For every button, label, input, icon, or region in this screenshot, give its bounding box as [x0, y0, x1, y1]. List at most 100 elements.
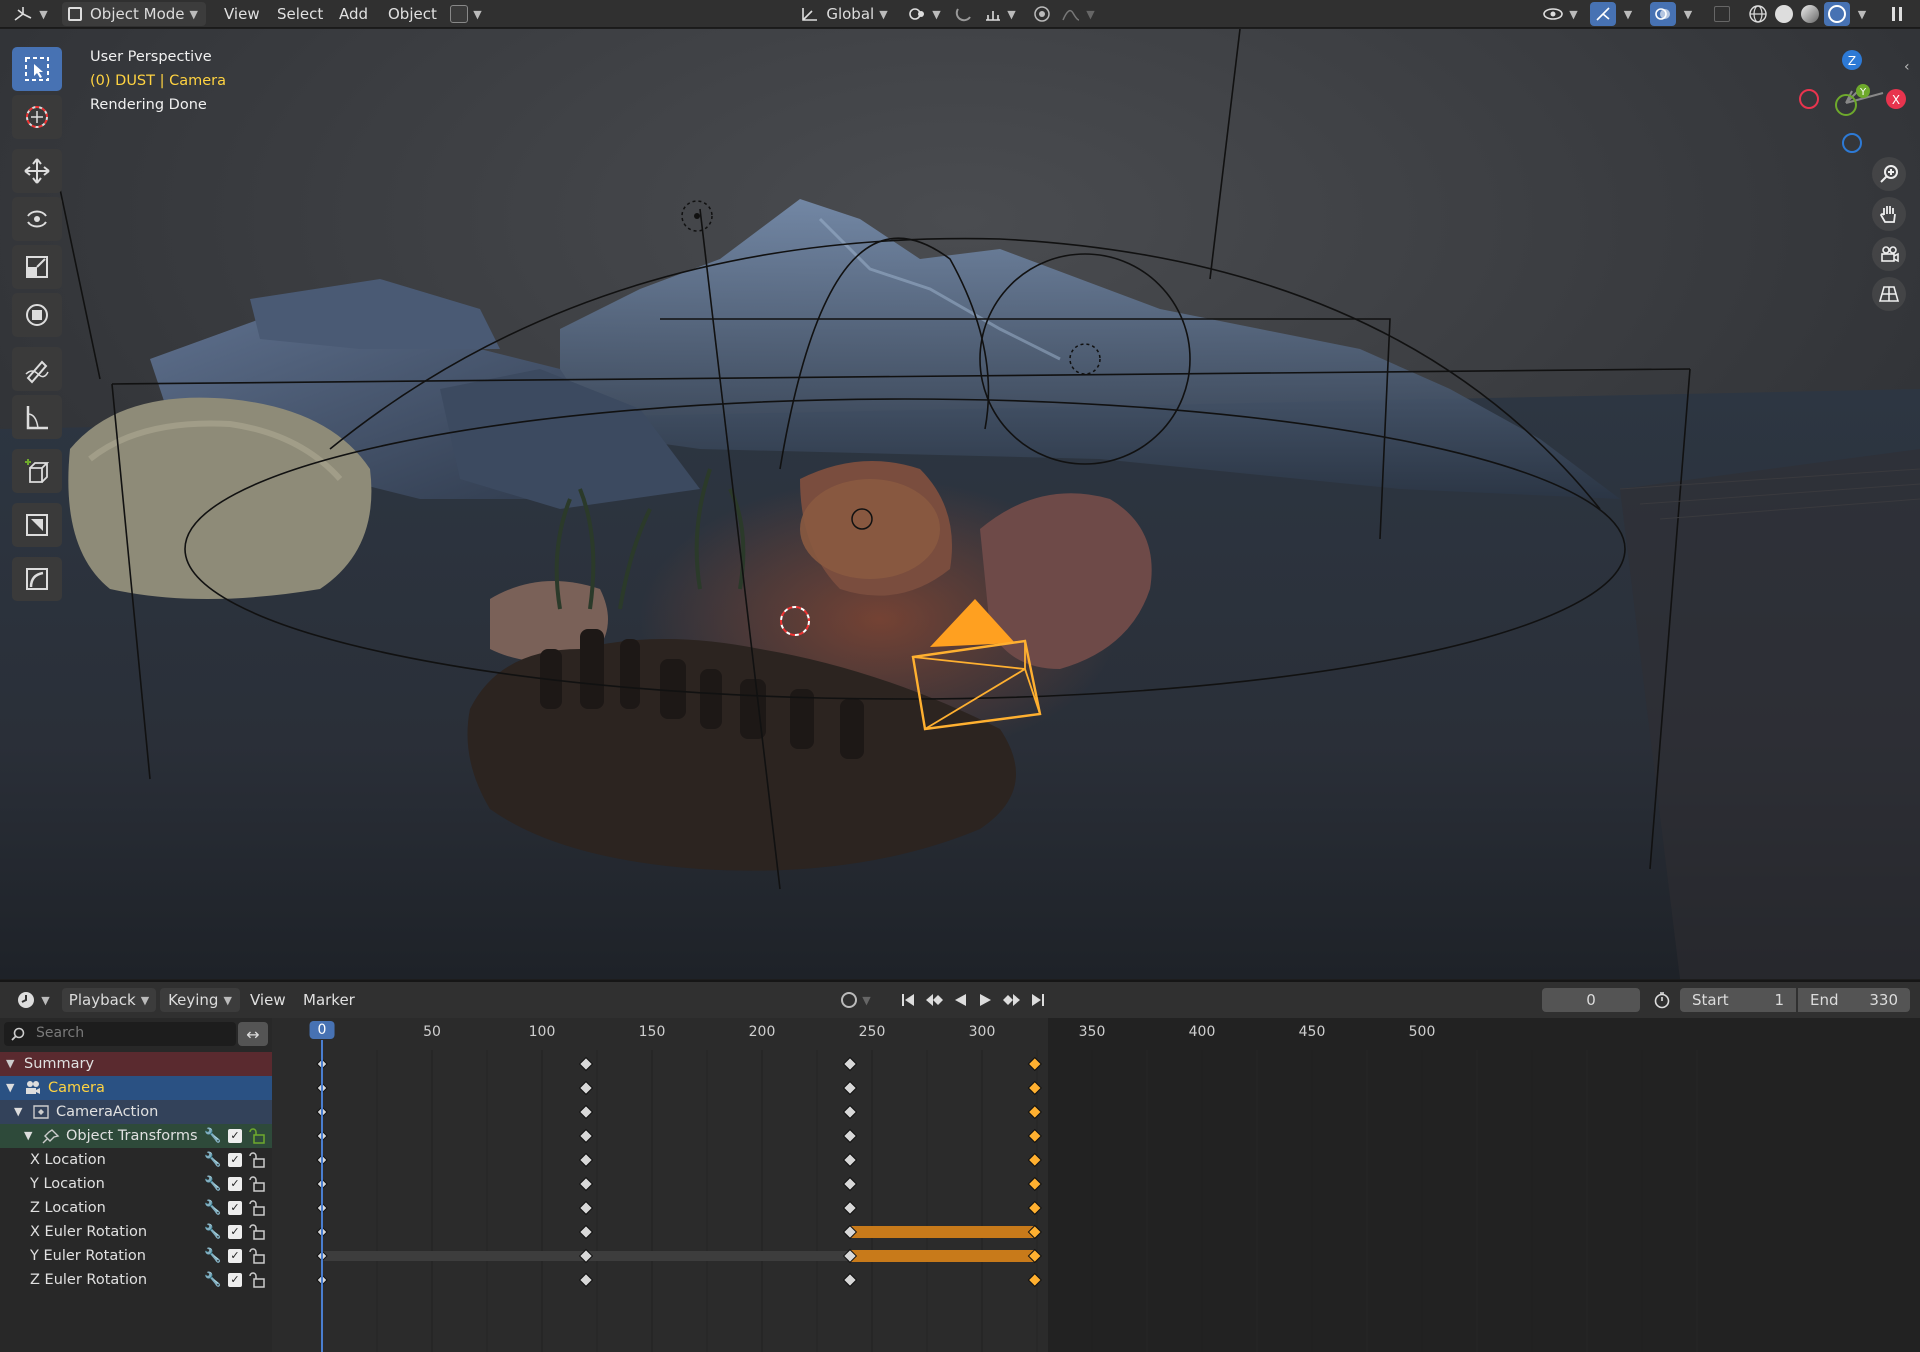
- transform-tool[interactable]: [12, 293, 62, 337]
- search-field[interactable]: Search: [4, 1022, 236, 1046]
- keyframe[interactable]: [842, 1152, 858, 1168]
- sidebar-expand-arrow-icon[interactable]: ‹: [1904, 59, 1910, 75]
- unlock-icon[interactable]: [248, 1176, 266, 1192]
- camera-view-button[interactable]: [1872, 237, 1906, 271]
- wrench-icon[interactable]: 🔧: [204, 1172, 221, 1196]
- collapse-chevron-icon[interactable]: ▼: [24, 1124, 32, 1148]
- jump-start-button[interactable]: [896, 988, 920, 1012]
- play-button[interactable]: [974, 988, 998, 1012]
- checkbox-icon[interactable]: ✓: [228, 1225, 242, 1239]
- keyframe[interactable]: [842, 1104, 858, 1120]
- keyframe[interactable]: [842, 1200, 858, 1216]
- play-reverse-button[interactable]: [948, 988, 972, 1012]
- current-frame-indicator[interactable]: 0: [309, 1021, 335, 1039]
- channel-summary[interactable]: ▼ Summary: [0, 1052, 272, 1076]
- keyframe[interactable]: [842, 1080, 858, 1096]
- select-box-tool[interactable]: [12, 47, 62, 91]
- shading-wireframe-button[interactable]: [1746, 2, 1770, 26]
- keyframe[interactable]: [578, 1128, 594, 1144]
- 3d-viewport[interactable]: User Perspective (0) DUST | Camera Rende…: [0, 29, 1920, 979]
- scale-tool[interactable]: [12, 245, 62, 289]
- gizmo-dropdown[interactable]: ▼: [1618, 2, 1638, 26]
- sidebar-toggle[interactable]: [1884, 2, 1910, 26]
- keyframe[interactable]: [578, 1224, 594, 1240]
- overlay-dropdown[interactable]: ▼: [1678, 2, 1698, 26]
- unlock-icon[interactable]: [248, 1200, 266, 1216]
- menu-add[interactable]: Add: [339, 3, 368, 25]
- move-tool[interactable]: [12, 149, 62, 193]
- filter-toggle-button[interactable]: ↔: [238, 1022, 268, 1046]
- keyframe[interactable]: [578, 1176, 594, 1192]
- prev-keyframe-button[interactable]: [922, 988, 946, 1012]
- keyframe[interactable]: [842, 1176, 858, 1192]
- wrench-icon[interactable]: 🔧: [204, 1244, 221, 1268]
- wrench-icon[interactable]: 🔧: [204, 1268, 221, 1292]
- shading-material-button[interactable]: [1798, 2, 1822, 26]
- keying-menu[interactable]: Keying ▼: [160, 988, 240, 1012]
- checkbox-icon[interactable]: ✓: [228, 1129, 242, 1143]
- xray-toggle[interactable]: [1710, 2, 1734, 26]
- checkbox-icon[interactable]: ✓: [228, 1153, 242, 1167]
- keyframe-selected[interactable]: [1027, 1104, 1042, 1120]
- mode-dropdown[interactable]: Object Mode ▼: [62, 2, 206, 26]
- playback-menu[interactable]: Playback ▼: [62, 988, 156, 1012]
- orientation-dropdown[interactable]: Global ▼: [796, 2, 892, 26]
- channel-fcurve[interactable]: Y Location 🔧 ✓: [0, 1172, 272, 1196]
- keyframe-selected[interactable]: [1027, 1200, 1042, 1216]
- checkbox-icon[interactable]: ✓: [228, 1249, 242, 1263]
- shading-dropdown[interactable]: ▼: [1852, 2, 1872, 26]
- wrench-icon[interactable]: 🔧: [204, 1148, 221, 1172]
- measure-tool[interactable]: [12, 395, 62, 439]
- channel-fcurve[interactable]: Y Euler Rotation 🔧 ✓: [0, 1244, 272, 1268]
- collapse-chevron-icon[interactable]: ▼: [6, 1052, 14, 1076]
- keyframe[interactable]: [578, 1152, 594, 1168]
- shear-tool[interactable]: [12, 503, 62, 547]
- jump-end-button[interactable]: [1026, 988, 1050, 1012]
- collapse-chevron-icon[interactable]: ▼: [14, 1100, 22, 1124]
- keyframe[interactable]: [842, 1056, 858, 1072]
- keyframe-selected[interactable]: [1027, 1176, 1042, 1192]
- channel-fcurve[interactable]: X Euler Rotation 🔧 ✓: [0, 1220, 272, 1244]
- timeline-menu-marker[interactable]: Marker: [303, 989, 355, 1011]
- keyframe-hold-bar[interactable]: [850, 1226, 1035, 1238]
- end-frame-field[interactable]: End 330: [1798, 988, 1910, 1012]
- wrench-icon[interactable]: 🔧: [204, 1124, 221, 1148]
- gizmo-toggle[interactable]: [1590, 2, 1616, 26]
- unlock-icon[interactable]: [248, 1152, 266, 1168]
- menu-view[interactable]: View: [224, 3, 260, 25]
- wrench-icon[interactable]: 🔧: [204, 1220, 221, 1244]
- menu-object[interactable]: Object: [388, 3, 437, 25]
- perspective-toggle-button[interactable]: [1872, 277, 1906, 311]
- checkbox-icon[interactable]: ✓: [228, 1273, 242, 1287]
- pan-button[interactable]: [1872, 197, 1906, 231]
- timeline-editor-type-button[interactable]: ▼: [12, 988, 54, 1012]
- proportional-edit-toggle[interactable]: [1030, 2, 1054, 26]
- checkbox-icon[interactable]: ✓: [228, 1201, 242, 1215]
- keyframe-selected[interactable]: [1027, 1128, 1042, 1144]
- snap-target-dropdown[interactable]: ▼: [980, 2, 1020, 26]
- collapse-chevron-icon[interactable]: ▼: [6, 1076, 14, 1100]
- shading-solid-button[interactable]: [1772, 2, 1796, 26]
- keyframe[interactable]: [578, 1056, 594, 1072]
- channel-object-transforms[interactable]: ▼ Object Transforms 🔧 ✓: [0, 1124, 272, 1148]
- navigation-gizmo[interactable]: Z X Y: [1790, 43, 1910, 153]
- auto-keying-toggle[interactable]: ▼: [832, 988, 880, 1012]
- checkbox-icon[interactable]: ✓: [228, 1177, 242, 1191]
- snap-toggle[interactable]: [952, 2, 976, 26]
- keyframe-selected[interactable]: [1027, 1152, 1042, 1168]
- bend-tool[interactable]: [12, 557, 62, 601]
- wrench-icon[interactable]: 🔧: [204, 1196, 221, 1220]
- unlock-icon[interactable]: [248, 1224, 266, 1240]
- overlay-toggle[interactable]: [1650, 2, 1676, 26]
- channel-cameraaction[interactable]: ▼ CameraAction: [0, 1100, 272, 1124]
- shading-rendered-button[interactable]: [1824, 2, 1850, 26]
- keyframe[interactable]: [578, 1080, 594, 1096]
- next-keyframe-button[interactable]: [1000, 988, 1024, 1012]
- preview-range-toggle[interactable]: [1650, 988, 1674, 1012]
- keyframe-selected[interactable]: [1027, 1056, 1042, 1072]
- keyframe-selected[interactable]: [1027, 1080, 1042, 1096]
- timeline-menu-view[interactable]: View: [250, 989, 286, 1011]
- unlock-icon[interactable]: [248, 1128, 266, 1144]
- keyframe[interactable]: [842, 1128, 858, 1144]
- keyframe[interactable]: [578, 1200, 594, 1216]
